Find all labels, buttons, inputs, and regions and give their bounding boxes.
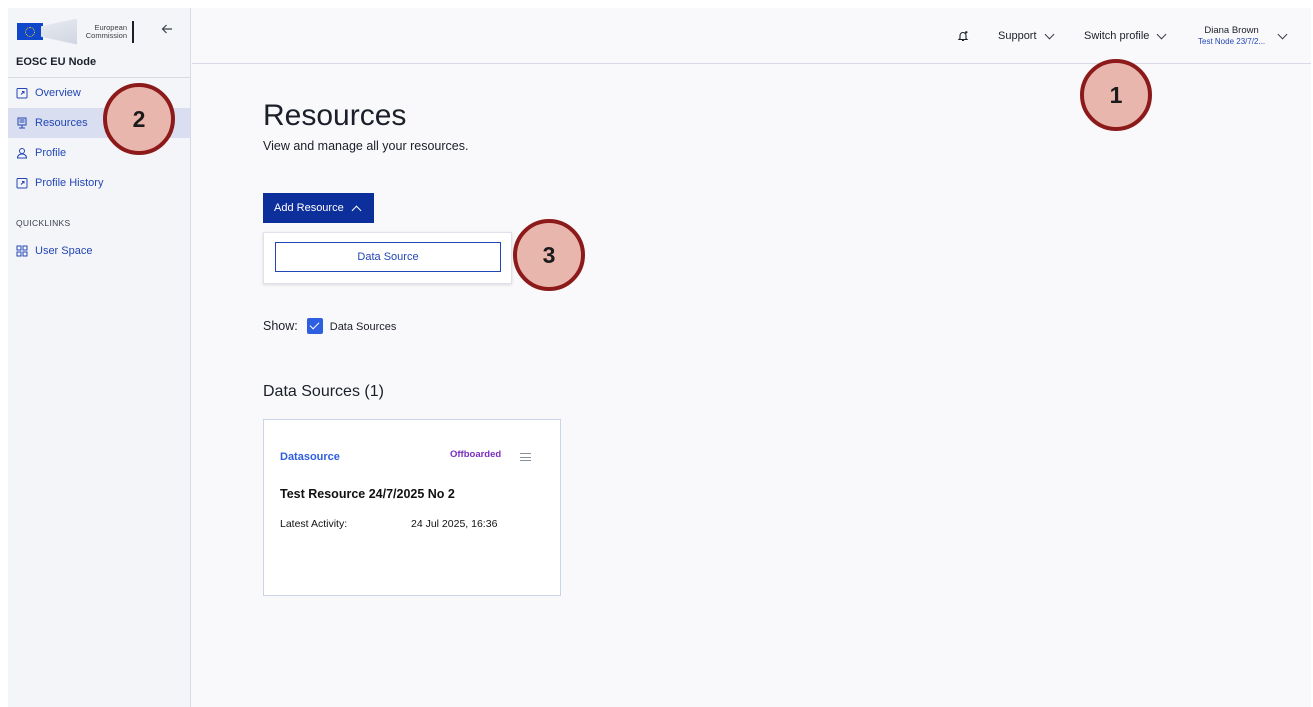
- top-header: Support Switch profile Diana Brown Test …: [192, 8, 1311, 64]
- eu-flag-logo: [17, 23, 43, 40]
- sidebar-item-label: Profile History: [35, 177, 104, 189]
- data-sources-filter-label: Data Sources: [329, 321, 397, 333]
- support-label: Support: [998, 30, 1037, 42]
- sidebar-header: European Commission: [8, 8, 190, 55]
- page-title: Resources: [263, 99, 407, 132]
- section-title: Data Sources (1): [263, 383, 384, 400]
- support-menu[interactable]: Support: [998, 8, 1054, 64]
- sidebar-item-label: Profile: [35, 147, 67, 159]
- callout-marker-1: 1: [1080, 59, 1152, 131]
- status-badge: Offboarded: [450, 449, 502, 460]
- sidebar-item-label: User Space: [35, 245, 93, 257]
- ec-logo-text: European Commission: [81, 23, 127, 40]
- chevron-up-icon: [351, 205, 362, 215]
- data-sources-checkbox[interactable]: [306, 318, 323, 334]
- add-resource-dropdown: Data Source: [263, 232, 512, 284]
- ec-logo-line2: Commission: [85, 30, 127, 40]
- user-menu[interactable]: Diana Brown Test Node 23/7/2...: [1198, 8, 1288, 64]
- grid-icon: [16, 245, 28, 257]
- resource-card[interactable]: Datasource Offboarded Test Resource 24/7…: [263, 419, 561, 596]
- latest-activity-label: Latest Activity:: [280, 518, 348, 530]
- callout-marker-3: 3: [513, 219, 585, 291]
- quicklinks-heading: QUICKLINKS: [16, 218, 71, 228]
- ec-logo-shape: [41, 17, 77, 47]
- bell-icon: [957, 31, 969, 42]
- callout-marker-2: 2: [103, 83, 175, 155]
- chevron-down-icon: [1156, 29, 1167, 39]
- arrow-left-icon: [161, 24, 172, 34]
- sidebar-title: EOSC EU Node: [8, 55, 190, 78]
- person-icon: [16, 147, 28, 159]
- chevron-down-icon: [1044, 29, 1054, 39]
- add-resource-label: Add Resource: [274, 202, 344, 214]
- resource-type: Datasource: [280, 451, 340, 463]
- switch-profile-menu[interactable]: Switch profile: [1084, 8, 1167, 64]
- quicklink-user-space[interactable]: User Space: [8, 236, 190, 266]
- main-content: Resources View and manage all your resou…: [192, 65, 1311, 707]
- chevron-down-icon: [1277, 29, 1288, 39]
- notifications-button[interactable]: [957, 8, 969, 64]
- sidebar-item-label: Overview: [35, 87, 81, 99]
- add-resource-button[interactable]: Add Resource: [263, 193, 374, 223]
- latest-activity-value: 24 Jul 2025, 16:36: [411, 518, 498, 530]
- sidebar-item-label: Resources: [35, 117, 88, 129]
- show-filter: Show: Data Sources: [263, 318, 396, 334]
- app-frame: European Commission EOSC EU Node Overvie…: [8, 8, 1311, 707]
- hamburger-menu-icon[interactable]: [520, 453, 531, 461]
- logo-divider: [132, 20, 134, 43]
- show-label: Show:: [263, 319, 298, 333]
- sidebar-item-profile-history[interactable]: Profile History: [8, 168, 190, 198]
- collapse-sidebar-button[interactable]: [159, 22, 175, 38]
- resource-title: Test Resource 24/7/2025 No 2: [280, 487, 455, 501]
- calendar-link-icon: [16, 87, 28, 99]
- document-list-icon: [16, 117, 28, 129]
- switch-profile-label: Switch profile: [1084, 30, 1150, 42]
- data-source-option[interactable]: Data Source: [275, 242, 501, 272]
- user-name: Diana Brown: [1204, 25, 1259, 36]
- user-organisation: Test Node 23/7/2...: [1198, 37, 1266, 46]
- user-info: Diana Brown Test Node 23/7/2...: [1198, 25, 1265, 47]
- calendar-link-icon: [16, 177, 28, 189]
- page-subtitle: View and manage all your resources.: [263, 139, 469, 153]
